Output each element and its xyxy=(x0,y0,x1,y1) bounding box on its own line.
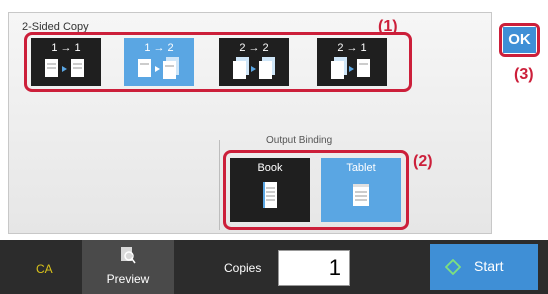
callout-3: (3) xyxy=(514,66,534,83)
two-sided-copy-screen: 2-Sided Copy (1) (3) (2) 1 → 1 1 → 2 2 →… xyxy=(0,0,548,294)
simplex-to-simplex-icon xyxy=(45,59,84,77)
start-button[interactable]: Start xyxy=(430,244,538,290)
start-icon xyxy=(445,259,461,275)
duplex-to-duplex-icon xyxy=(233,57,275,79)
book-binding-icon xyxy=(263,182,277,208)
mode-1-to-1-button[interactable]: 1 → 1 xyxy=(31,38,101,86)
binding-label: Tablet xyxy=(346,162,376,174)
preview-button[interactable]: Preview xyxy=(82,240,174,294)
callout-2: (2) xyxy=(413,153,433,170)
tablet-binding-icon xyxy=(353,184,369,206)
copies-field[interactable]: 1 xyxy=(278,250,350,286)
output-binding-title: Output Binding xyxy=(266,135,333,146)
binding-tablet-button[interactable]: Tablet xyxy=(321,158,401,222)
mode-1-to-2-button[interactable]: 1 → 2 xyxy=(124,38,194,86)
mode-label: 1 → 1 xyxy=(51,42,81,54)
mode-label: 2 → 1 xyxy=(337,42,367,54)
duplex-to-simplex-icon xyxy=(331,57,370,79)
binding-book-button[interactable]: Book xyxy=(230,158,310,222)
start-label: Start xyxy=(474,258,504,274)
simplex-to-duplex-icon xyxy=(138,57,179,79)
mode-2-to-1-button[interactable]: 2 → 1 xyxy=(317,38,387,86)
ca-button[interactable]: CA xyxy=(36,262,53,276)
preview-icon xyxy=(121,247,136,264)
ok-button[interactable]: OK xyxy=(503,27,536,53)
mode-label: 2 → 2 xyxy=(239,42,269,54)
binding-label: Book xyxy=(257,162,283,174)
mode-2-to-2-button[interactable]: 2 → 2 xyxy=(219,38,289,86)
copies-label: Copies xyxy=(224,261,262,275)
divider xyxy=(219,140,220,230)
copies-value: 1 xyxy=(328,255,341,280)
mode-label: 1 → 2 xyxy=(144,42,174,54)
preview-label: Preview xyxy=(106,272,150,286)
